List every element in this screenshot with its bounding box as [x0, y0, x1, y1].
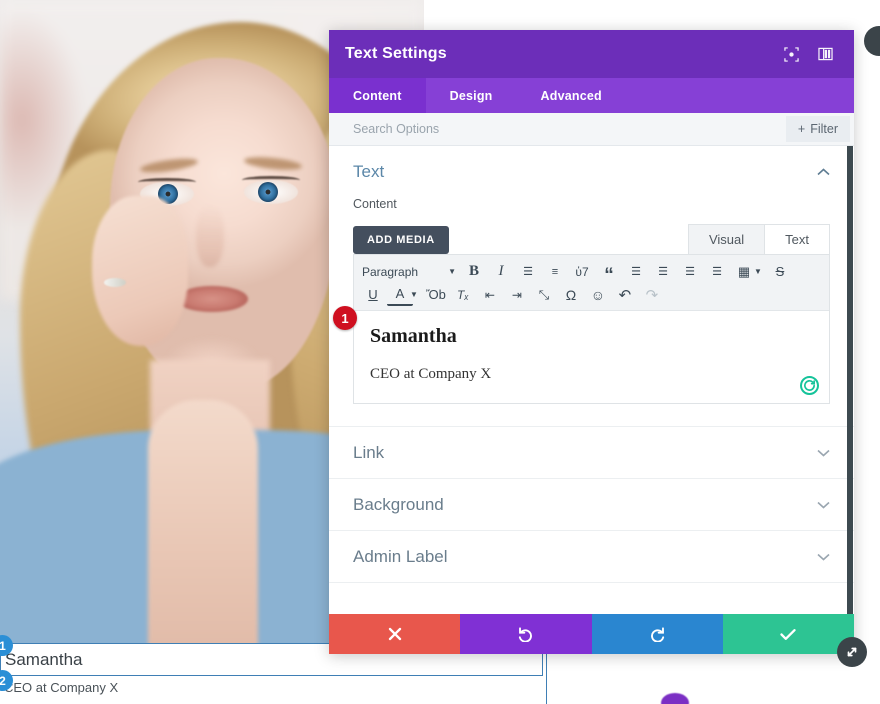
modal-title: Text Settings	[345, 45, 447, 62]
section-title-link: Link	[353, 442, 385, 462]
filter-label: Filter	[810, 122, 838, 136]
clear-formatting-icon[interactable]: Tₓ	[450, 284, 476, 306]
blockquote-icon[interactable]: “	[596, 261, 622, 285]
section-title-text: Text	[353, 161, 385, 181]
focus-icon[interactable]	[778, 41, 804, 67]
chevron-down-icon[interactable]: ▼	[410, 290, 418, 299]
plus-icon: +	[797, 122, 806, 136]
editor-heading: Samantha	[370, 325, 457, 347]
link-icon[interactable]: ὑ7	[569, 261, 595, 283]
photo-lash-left	[138, 178, 196, 186]
align-right-icon[interactable]: ☰	[677, 261, 703, 283]
editor-toolbar: Paragraph ▼ B I ☰ ≡ ὑ7 “☰ ☰ ☰ ☰ ▦ ▼ S U A ▼ Ὄb Tₓ ⇤ ⇥ ⤡ Ω ☺ ↶…	[354, 255, 829, 311]
editor-top-row: ADD MEDIA Visual Text	[353, 224, 830, 254]
justify-icon[interactable]: ☰	[704, 261, 730, 283]
save-button[interactable]	[722, 614, 854, 654]
search-bar: + Filter	[329, 113, 854, 146]
step-badge-1: 1	[333, 306, 357, 330]
chevron-down-icon	[817, 446, 830, 460]
redo-icon[interactable]: ↷	[639, 284, 665, 306]
paste-as-text-icon[interactable]: Ὄb	[423, 284, 449, 306]
undo-button[interactable]	[460, 614, 592, 654]
editor-mode-tabs: Visual Text	[687, 224, 830, 254]
modal-scrollbar[interactable]	[847, 146, 853, 614]
connector-line	[546, 652, 547, 704]
tab-design[interactable]: Design	[426, 78, 517, 113]
section-header-background[interactable]: Background	[329, 479, 854, 530]
tab-advanced[interactable]: Advanced	[517, 78, 626, 113]
strikethrough-icon[interactable]: S	[767, 261, 793, 283]
text-settings-modal: Text Settings Content Design Advanced + …	[329, 30, 867, 667]
undo-icon[interactable]: ↶	[612, 284, 638, 306]
photo-lash-right	[242, 176, 300, 184]
cancel-button[interactable]	[329, 614, 461, 654]
chevron-down-icon[interactable]: ▼	[754, 267, 762, 276]
module-name-value: Samantha	[5, 649, 83, 669]
align-left-icon[interactable]: ☰	[623, 261, 649, 283]
grammarly-icon[interactable]	[800, 376, 819, 395]
paragraph-format-label: Paragraph	[362, 264, 419, 279]
photo-iris-right	[258, 182, 278, 202]
chevron-up-icon	[817, 165, 830, 179]
module-subtitle: CEO at Company X	[4, 680, 119, 695]
bulleted-list-icon[interactable]: ☰	[515, 261, 541, 283]
section-header-admin-label[interactable]: Admin Label	[329, 531, 854, 582]
edge-circle-button[interactable]	[864, 26, 880, 56]
modal-header: Text Settings	[329, 30, 854, 78]
photo-ring	[104, 278, 126, 287]
align-center-icon[interactable]: ☰	[650, 261, 676, 283]
emoji-icon[interactable]: ☺	[585, 284, 611, 306]
tab-text[interactable]: Text	[764, 224, 830, 254]
chevron-down-icon: ▼	[448, 267, 456, 276]
redo-button[interactable]	[591, 614, 723, 654]
italic-icon[interactable]: I	[488, 261, 514, 283]
special-character-icon[interactable]: Ω	[558, 284, 584, 306]
section-title-background: Background	[353, 494, 444, 514]
editor-box: Paragraph ▼ B I ☰ ≡ ὑ7 “☰ ☰ ☰ ☰ ▦ ▼ S U A ▼ Ὄb Tₓ ⇤ ⇥ ⤡ Ω ☺ ↶…	[333, 254, 830, 404]
divider	[329, 582, 854, 583]
editor-content-area[interactable]: 1 Samantha CEO at Company X	[333, 306, 829, 403]
photo-nose	[196, 205, 224, 267]
section-header-text[interactable]: Text	[329, 146, 854, 197]
resize-handle[interactable]	[837, 637, 867, 667]
editor-paragraph: CEO at Company X	[370, 366, 492, 382]
outdent-icon[interactable]: ⇤	[477, 284, 503, 306]
chevron-down-icon	[817, 550, 830, 564]
paragraph-format-select[interactable]: Paragraph ▼	[360, 261, 460, 283]
filter-button[interactable]: + Filter	[785, 116, 850, 142]
text-section-body: Content ADD MEDIA Visual Text Paragraph	[329, 197, 854, 408]
modal-action-bar	[329, 614, 854, 654]
underline-icon[interactable]: U	[360, 284, 386, 306]
photo-hand	[92, 196, 188, 346]
bottom-purple-indicator[interactable]	[661, 693, 689, 704]
numbered-list-icon[interactable]: ≡	[542, 261, 568, 283]
chevron-down-icon	[817, 498, 830, 512]
content-field-label: Content	[353, 197, 397, 211]
toolbar-row-secondary: U A ▼ Ὄb Tₓ ⇤ ⇥ ⤡ Ω ☺ ↶ ↷	[360, 283, 823, 306]
photo-arm	[148, 400, 258, 646]
tab-content[interactable]: Content	[329, 78, 426, 113]
fullscreen-icon[interactable]: ⤡	[531, 284, 557, 306]
section-title-admin-label: Admin Label	[353, 546, 448, 566]
add-media-button[interactable]: ADD MEDIA	[353, 226, 449, 254]
modal-tabs: Content Design Advanced	[329, 78, 854, 113]
toolbar-row-primary: Paragraph ▼ B I ☰ ≡ ὑ7 “☰ ☰ ☰ ☰ ▦ ▼ S	[360, 260, 823, 285]
search-input[interactable]	[353, 122, 786, 136]
section-header-link[interactable]: Link	[329, 427, 854, 478]
modal-body: Text Content ADD MEDIA Visual Text Parag…	[329, 146, 854, 614]
bold-icon[interactable]: B	[461, 261, 487, 283]
tab-visual[interactable]: Visual	[687, 224, 766, 254]
wp-editor: ADD MEDIA Visual Text Paragraph ▼ BI☰	[333, 224, 830, 404]
indent-icon[interactable]: ⇥	[504, 284, 530, 306]
layout-columns-icon[interactable]	[812, 41, 838, 67]
